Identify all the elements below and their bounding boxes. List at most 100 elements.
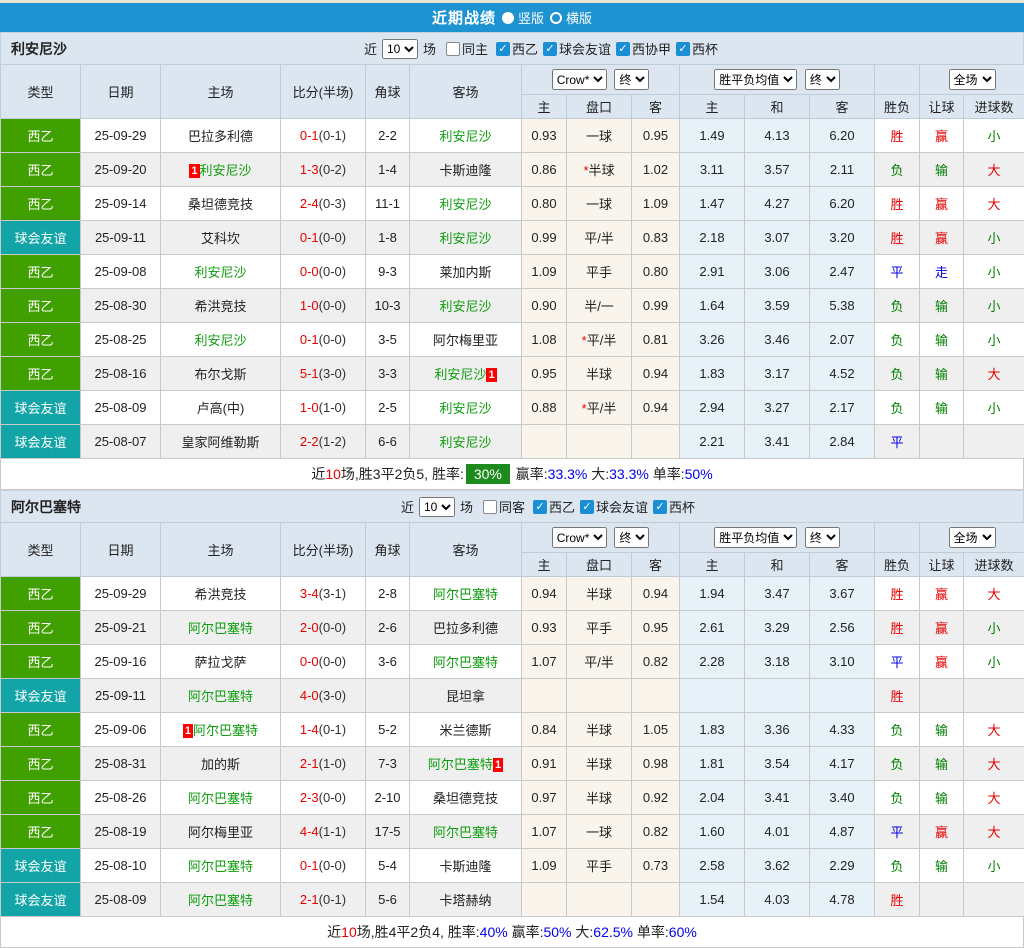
team-name-text: 阿尔巴塞特 bbox=[428, 757, 493, 772]
summary-part: 近 bbox=[311, 466, 325, 482]
result-wl-cell: 负 bbox=[875, 849, 920, 883]
league-checkbox[interactable]: ✓西杯 bbox=[676, 39, 718, 58]
odds-away-cell bbox=[632, 679, 680, 713]
avg-draw-cell: 3.36 bbox=[745, 713, 810, 747]
odds-company-select[interactable]: Crow* bbox=[552, 527, 607, 548]
avg-win-cell: 1.60 bbox=[680, 815, 745, 849]
odds-state-select[interactable]: 终 bbox=[614, 527, 649, 548]
scope-select[interactable]: 全场 bbox=[949, 527, 996, 548]
team-name-text: 利安尼沙 bbox=[439, 299, 491, 314]
team-name-text: 阿尔梅里亚 bbox=[188, 825, 253, 840]
checkbox-checked-icon[interactable]: ✓ bbox=[543, 42, 557, 56]
recent-count-select[interactable]: 10 bbox=[382, 39, 418, 59]
odds-handicap-cell: 半球 bbox=[567, 781, 632, 815]
odds-handicap-cell: *半球 bbox=[567, 153, 632, 187]
league-checkbox[interactable]: ✓西协甲 bbox=[616, 39, 671, 58]
avg-draw-cell: 3.29 bbox=[745, 611, 810, 645]
result-goals-cell: 小 bbox=[964, 391, 1024, 425]
score-cell: 1-3(0-2) bbox=[281, 153, 366, 187]
league-checkbox[interactable]: ✓球会友谊 bbox=[543, 39, 611, 58]
horizontal-radio-label[interactable]: 横版 bbox=[566, 8, 592, 27]
type-cell: 西乙 bbox=[1, 577, 81, 611]
recent-count-select[interactable]: 10 bbox=[419, 497, 455, 517]
same-venue-checkbox[interactable]: 同客 bbox=[483, 497, 525, 516]
checkbox-checked-icon[interactable]: ✓ bbox=[580, 500, 594, 514]
checkbox-checked-icon[interactable]: ✓ bbox=[653, 500, 667, 514]
horizontal-radio[interactable] bbox=[550, 12, 562, 24]
score-cell: 2-1(0-1) bbox=[281, 883, 366, 917]
scope-select-group: 全场 bbox=[920, 523, 1024, 553]
result-handicap-cell bbox=[920, 425, 964, 459]
checkbox-checked-icon[interactable]: ✓ bbox=[496, 42, 510, 56]
scope-select[interactable]: 全场 bbox=[949, 69, 996, 90]
league-checkbox[interactable]: ✓球会友谊 bbox=[580, 497, 648, 516]
away-team-cell: 利安尼沙 bbox=[410, 425, 522, 459]
col-away: 客场 bbox=[410, 65, 522, 119]
league-checkbox[interactable]: ✓西杯 bbox=[653, 497, 695, 516]
corner-cell: 2-10 bbox=[366, 781, 410, 815]
type-cell: 西乙 bbox=[1, 289, 81, 323]
summary-part: 赢率: bbox=[508, 924, 544, 940]
halftime-score: (0-0) bbox=[319, 264, 346, 279]
team-name-text: 阿尔巴塞特 bbox=[433, 825, 498, 840]
score-cell: 0-1(0-0) bbox=[281, 221, 366, 255]
avg-win-cell: 2.91 bbox=[680, 255, 745, 289]
avg-draw-cell: 4.13 bbox=[745, 119, 810, 153]
away-team-cell: 阿尔巴塞特 bbox=[410, 645, 522, 679]
checkbox-unchecked-icon[interactable] bbox=[446, 42, 460, 56]
col-corner: 角球 bbox=[366, 65, 410, 119]
league-filter-group: ✓西乙 ✓球会友谊 ✓西杯 bbox=[528, 497, 695, 516]
result-handicap-cell: 输 bbox=[920, 357, 964, 391]
result-handicap-cell: 输 bbox=[920, 849, 964, 883]
date-cell: 25-08-31 bbox=[81, 747, 161, 781]
summary-part: 场,胜3平2负5, 胜率: bbox=[341, 466, 464, 482]
odds-home-cell: 0.97 bbox=[522, 781, 567, 815]
checkbox-unchecked-icon[interactable] bbox=[483, 500, 497, 514]
team-name-text: 巴拉多利德 bbox=[433, 621, 498, 636]
summary-part: 50% bbox=[543, 924, 571, 940]
summary-part: 33.3% bbox=[548, 466, 588, 482]
home-team-cell: 希洪竞技 bbox=[161, 577, 281, 611]
result-handicap-cell: 输 bbox=[920, 391, 964, 425]
league-checkbox[interactable]: ✓西乙 bbox=[533, 497, 575, 516]
away-team-cell: 卡斯迪隆 bbox=[410, 849, 522, 883]
avg-win-cell: 2.18 bbox=[680, 221, 745, 255]
odds-home-cell: 1.07 bbox=[522, 815, 567, 849]
same-venue-checkbox[interactable]: 同主 bbox=[446, 39, 488, 58]
col-odds-home: 主 bbox=[522, 553, 567, 577]
checkbox-checked-icon[interactable]: ✓ bbox=[676, 42, 690, 56]
team-name-text: 阿尔梅里亚 bbox=[433, 333, 498, 348]
type-cell: 西乙 bbox=[1, 645, 81, 679]
col-result-wl: 胜负 bbox=[875, 95, 920, 119]
odds-company-select[interactable]: Crow* bbox=[552, 69, 607, 90]
vertical-radio[interactable] bbox=[502, 12, 514, 24]
header-row-groups: 类型 日期 主场 比分(半场) 角球 客场 Crow* 终 胜平负均值 终 全场 bbox=[1, 65, 1024, 95]
away-team-cell: 米兰德斯 bbox=[410, 713, 522, 747]
col-avg-draw: 和 bbox=[745, 95, 810, 119]
avg-type-select[interactable]: 胜平负均值 bbox=[714, 527, 797, 548]
type-cell: 西乙 bbox=[1, 611, 81, 645]
fulltime-score: 0-1 bbox=[300, 332, 319, 347]
team2-summary: 近10场,胜4平2负4, 胜率:40% 赢率:50% 大:62.5% 单率:60… bbox=[0, 917, 1024, 948]
fulltime-score: 0-0 bbox=[300, 654, 319, 669]
col-type: 类型 bbox=[1, 65, 81, 119]
same-venue-label: 同客 bbox=[499, 497, 525, 516]
near-label: 近 bbox=[364, 39, 377, 58]
type-cell: 球会友谊 bbox=[1, 883, 81, 917]
corner-cell bbox=[366, 679, 410, 713]
checkbox-checked-icon[interactable]: ✓ bbox=[616, 42, 630, 56]
vertical-radio-label[interactable]: 竖版 bbox=[518, 8, 544, 27]
avg-draw-cell bbox=[745, 679, 810, 713]
score-cell: 5-1(3-0) bbox=[281, 357, 366, 391]
avg-state-select[interactable]: 终 bbox=[805, 527, 840, 548]
corner-cell: 11-1 bbox=[366, 187, 410, 221]
result-handicap-cell: 输 bbox=[920, 747, 964, 781]
avg-select-group: 胜平负均值 终 bbox=[680, 65, 875, 95]
result-wl-cell: 负 bbox=[875, 391, 920, 425]
league-checkbox[interactable]: ✓西乙 bbox=[496, 39, 538, 58]
home-team-cell: 加的斯 bbox=[161, 747, 281, 781]
avg-type-select[interactable]: 胜平负均值 bbox=[714, 69, 797, 90]
avg-state-select[interactable]: 终 bbox=[805, 69, 840, 90]
odds-state-select[interactable]: 终 bbox=[614, 69, 649, 90]
checkbox-checked-icon[interactable]: ✓ bbox=[533, 500, 547, 514]
